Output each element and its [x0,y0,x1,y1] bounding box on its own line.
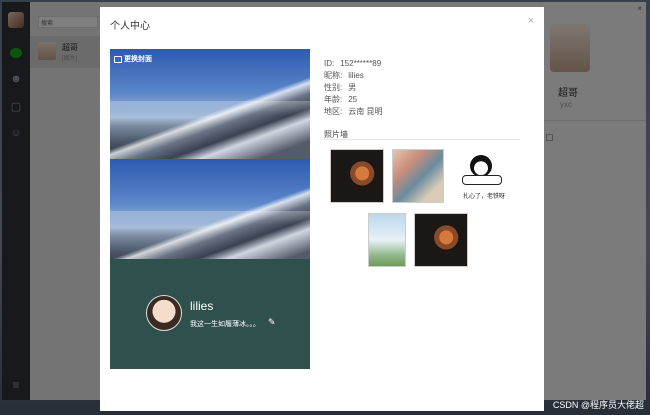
photo-thumbnail[interactable] [368,213,406,267]
photo-thumbnail[interactable] [392,149,444,203]
photo-thumbnail[interactable]: 扎心了，老铁呀 [454,149,510,207]
profile-avatar[interactable] [146,295,182,331]
profile-cover: 更换封面 lilies 我这一生如履薄冰。。。 ✎ [110,49,310,369]
cover-image-bottom [110,159,310,269]
photo-thumbnail[interactable] [414,213,468,267]
info-row-nickname: 昵称: lilies [324,71,364,80]
change-cover-button[interactable]: 更换封面 [114,54,152,64]
modal-title: 个人中心 [110,21,150,32]
profile-nickname: lilies [190,299,214,313]
close-icon[interactable]: × [528,15,534,27]
profile-modal: 个人中心 × 更换封面 lilies 我这一生如履薄冰。。。 ✎ ID: 152*… [100,7,544,411]
info-row-region: 地区: 云南 昆明 [324,107,383,116]
photo-wall-divider [324,139,520,140]
photo-thumbnail[interactable] [330,149,384,203]
info-row-age: 年龄: 25 [324,95,358,104]
profile-band: lilies 我这一生如履薄冰。。。 ✎ [110,259,310,369]
profile-info: ID: 152******89 昵称: lilies 性别: 男 年龄: 25 地区: 云… [324,58,382,118]
cover-image-top [110,49,310,159]
profile-signature: 我这一生如履薄冰。。。 [190,321,260,328]
info-row-id: ID: 152******89 [324,59,382,68]
shirt-icon [114,55,122,63]
change-cover-label: 更换封面 [124,56,152,63]
info-row-gender: 性别: 男 [324,83,357,92]
edit-icon[interactable]: ✎ [268,317,276,328]
watermark: CSDN @程序员大佬超 [552,400,644,410]
meme-caption: 扎心了，老铁呀 [462,194,505,200]
